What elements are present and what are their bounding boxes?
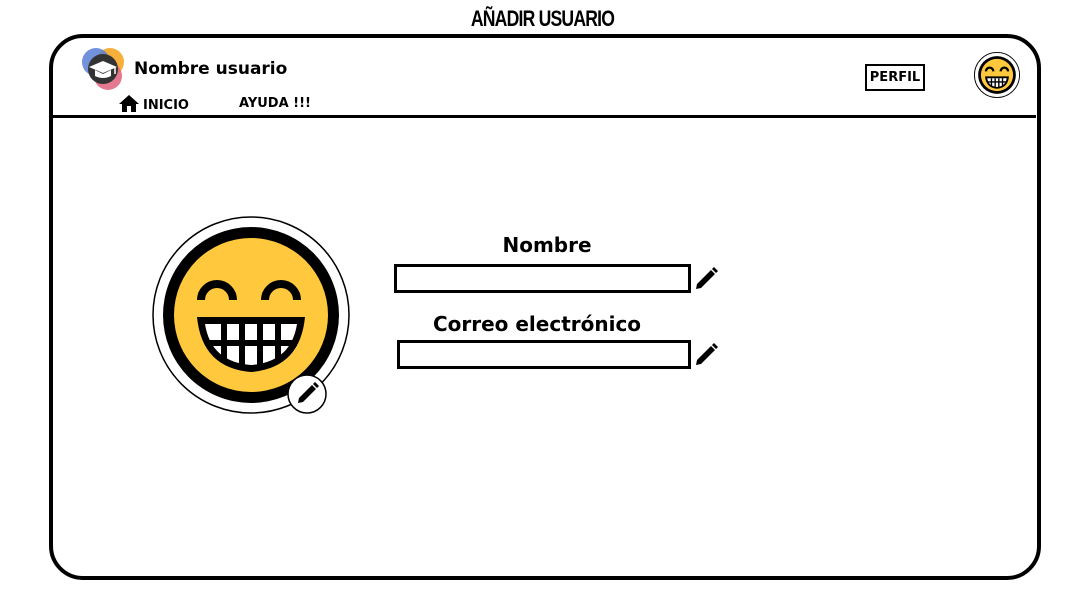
user-avatar-icon[interactable] [974, 52, 1020, 98]
email-input[interactable] [397, 340, 691, 369]
page-title: AÑADIR USUARIO [470, 6, 615, 31]
name-input[interactable] [394, 264, 691, 293]
username-label: Nombre usuario [134, 59, 288, 79]
nav-help-link[interactable]: AYUDA !!! [239, 96, 311, 111]
email-label: Correo electrónico [432, 312, 642, 336]
profile-button[interactable]: PERFIL [865, 64, 925, 91]
edit-email-pencil-icon[interactable] [694, 341, 720, 367]
edit-avatar-button[interactable] [287, 374, 327, 414]
header-divider [52, 115, 1036, 118]
nav-home-label: INICIO [143, 98, 189, 113]
edit-name-pencil-icon[interactable] [694, 265, 720, 291]
name-label: Nombre [502, 233, 592, 257]
logo-icon [80, 46, 128, 92]
nav-home-link[interactable]: INICIO [119, 95, 189, 116]
home-icon [119, 95, 139, 116]
